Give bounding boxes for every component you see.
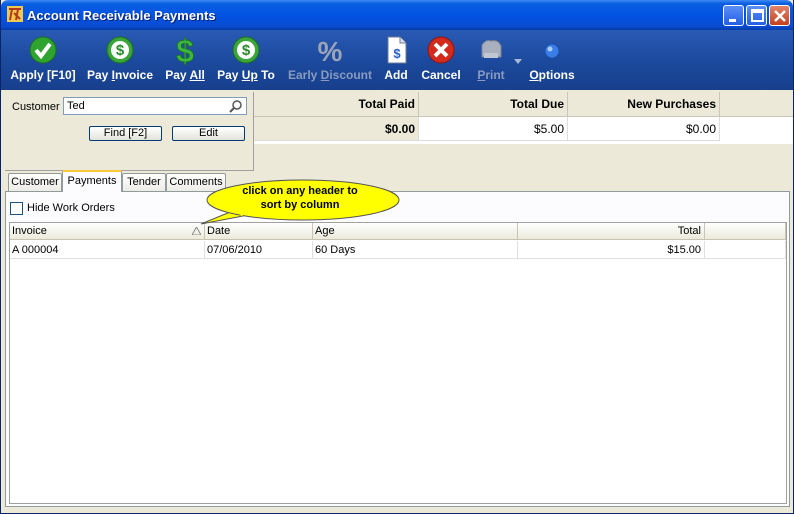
table-row-total[interactable]: $15.00 [518,241,705,259]
column-header-invoice[interactable]: Invoice [10,223,205,240]
close-icon [774,10,786,22]
column-header-filler [705,223,786,240]
dollar-sign-icon: $ [176,35,195,65]
app-logo-icon [7,6,23,22]
svg-text:%: % [318,36,343,65]
hide-work-orders-label: Hide Work Orders [27,202,115,214]
total-due-value: $5.00 [419,117,568,141]
total-paid-header: Total Paid [254,92,419,116]
new-purchases-header: New Purchases [568,92,720,116]
search-icon[interactable] [229,99,243,113]
total-paid-value: $0.00 [254,117,419,141]
maximize-icon [751,9,764,22]
find-customer-button[interactable]: Find [F2] [89,126,162,141]
svg-text:$: $ [176,35,194,65]
app-window: Account Receivable Payments Apply [F10] … [0,0,794,514]
customer-label: Customer [12,101,60,113]
printer-icon [481,40,502,58]
payments-table: Invoice Date Age Total A 000004 07/06/20… [9,222,787,504]
svg-text:$: $ [116,42,125,59]
window-title: Account Receivable Payments [27,8,216,23]
toolbar: Apply [F10] $ Pay Invoice $ Pay All $ Pa… [1,30,793,90]
tab-customer[interactable]: Customer [8,173,62,191]
print-button[interactable]: Print [470,33,512,87]
column-header-total[interactable]: Total [518,223,705,240]
apply-button[interactable]: Apply [F10] [7,33,79,87]
total-due-header: Total Due [419,92,568,116]
new-purchases-value: $0.00 [568,117,720,141]
edit-customer-button[interactable]: Edit [172,126,245,141]
minimize-icon [729,19,736,22]
pay-invoice-button[interactable]: $ Pay Invoice [85,33,155,87]
customer-input[interactable] [63,97,247,115]
table-row-invoice[interactable]: A 000004 [10,241,205,259]
table-row-date[interactable]: 07/06/2010 [205,241,313,259]
svg-text:$: $ [393,46,401,61]
customer-panel: Customer Find [F2] Edit [5,92,254,171]
title-bar: Account Receivable Payments [1,0,793,30]
options-button[interactable]: Options [527,33,577,87]
hide-work-orders-checkbox[interactable] [10,202,23,215]
totals-grid: Total Paid Total Due New Purchases $0.00… [254,92,793,144]
add-document-icon: $ [387,36,407,64]
cancel-button[interactable]: Cancel [419,33,463,87]
dollar-coin-icon: $ [232,36,260,64]
close-button[interactable] [769,5,790,26]
pay-all-button[interactable]: $ Pay All [162,33,208,87]
pay-up-to-button[interactable]: $ Pay Up To [214,33,278,87]
print-dropdown-arrow-icon[interactable] [514,59,522,65]
minimize-button[interactable] [723,5,744,26]
sort-ascending-icon [192,227,201,235]
maximize-button[interactable] [746,5,767,26]
cancel-x-icon [427,36,455,64]
options-orb-icon [544,43,560,59]
tooltip-text: click on any header to sort by column [242,185,358,211]
add-button[interactable]: $ Add [381,33,411,87]
table-row-age[interactable]: 60 Days [313,241,518,259]
check-icon [29,36,57,64]
dollar-coin-icon: $ [106,36,134,64]
percent-icon: % [318,36,343,65]
tab-payments[interactable]: Payments [62,170,122,192]
svg-text:$: $ [242,42,251,59]
tab-tender[interactable]: Tender [122,173,166,191]
early-discount-button[interactable]: % Early Discount [286,33,374,87]
table-row-filler [705,241,786,259]
